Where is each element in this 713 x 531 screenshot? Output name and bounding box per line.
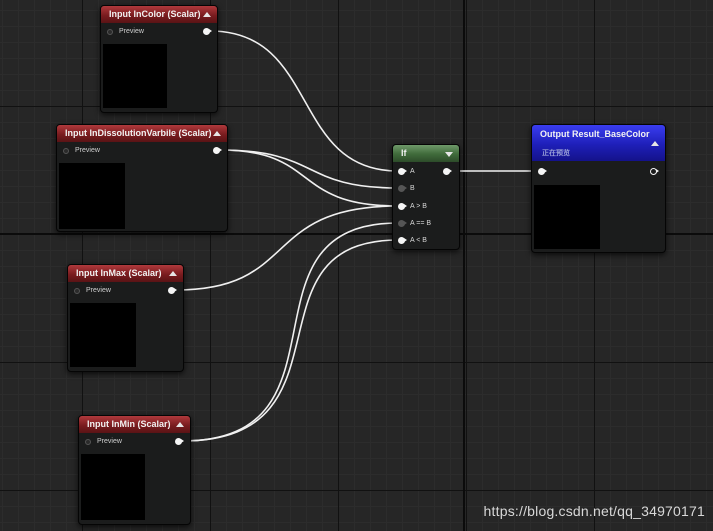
collapse-arrow-icon[interactable] — [213, 131, 221, 136]
preview-thumbnail — [534, 185, 600, 249]
input-pin-a-greater-b[interactable] — [398, 203, 407, 210]
node-header[interactable]: Input InMax (Scalar) — [68, 265, 183, 282]
wire-inmin-to-lt — [181, 239, 399, 442]
graph-axis-vertical — [463, 0, 465, 531]
pin-label-a-less-b: A < B — [410, 237, 427, 244]
node-input-indissolution[interactable]: Input InDissolutionVarbile (Scalar) Prev… — [56, 124, 228, 232]
node-title: If — [401, 148, 407, 158]
node-title: Input InColor (Scalar) — [109, 9, 201, 19]
node-header[interactable]: Input InMin (Scalar) — [79, 416, 190, 433]
output-pin[interactable] — [168, 287, 177, 294]
preview-row: Preview — [85, 436, 181, 448]
dropdown-arrow-icon[interactable] — [445, 152, 453, 157]
node-input-inmax[interactable]: Input InMax (Scalar) Preview — [67, 264, 184, 372]
output-pin[interactable] — [203, 28, 212, 35]
preview-label: Preview — [86, 287, 111, 294]
wire-incolor-to-a — [209, 30, 399, 172]
node-input-inmin[interactable]: Input InMin (Scalar) Preview — [78, 415, 191, 525]
wire-indissolution-to-gt — [219, 149, 399, 207]
node-title: Input InMax (Scalar) — [76, 268, 162, 278]
output-pin[interactable] — [175, 438, 184, 445]
preview-thumbnail — [59, 163, 125, 229]
preview-row: Preview — [107, 26, 215, 38]
input-pin-b[interactable] — [398, 185, 407, 192]
preview-row: Preview — [74, 285, 174, 297]
preview-row: Preview — [63, 145, 183, 157]
node-title: Output Result_BaseColor — [540, 129, 650, 139]
node-header[interactable]: Input InColor (Scalar) — [101, 6, 217, 23]
input-pin-a-less-b[interactable] — [398, 237, 407, 244]
wire-indissolution-to-b — [219, 149, 399, 189]
node-title: Input InMin (Scalar) — [87, 419, 171, 429]
pin-label-b: B — [410, 185, 415, 192]
collapse-arrow-icon[interactable] — [203, 12, 211, 17]
preview-pin-icon[interactable] — [63, 148, 69, 154]
preview-label: Preview — [119, 28, 144, 35]
preview-label: Preview — [97, 438, 122, 445]
collapse-arrow-icon[interactable] — [651, 141, 659, 146]
watermark: https://blog.csdn.net/qq_34970171 — [483, 503, 705, 519]
preview-label: Preview — [75, 147, 100, 154]
input-pin-a-equals-b[interactable] — [398, 220, 407, 227]
collapse-arrow-icon[interactable] — [169, 271, 177, 276]
node-subtitle: 正在预览 — [542, 150, 570, 157]
node-title: Input InDissolutionVarbile (Scalar) — [65, 128, 212, 138]
node-header[interactable]: Input InDissolutionVarbile (Scalar) — [57, 125, 227, 142]
output-pin[interactable] — [213, 147, 222, 154]
preview-thumbnail — [81, 454, 145, 520]
output-pin[interactable] — [443, 168, 452, 175]
node-if[interactable]: If A B A > B A == B A < B — [392, 144, 460, 250]
preview-pin-icon[interactable] — [107, 29, 113, 35]
pin-label-a: A — [410, 168, 415, 175]
output-pin[interactable] — [650, 168, 659, 175]
preview-thumbnail — [70, 303, 136, 367]
node-input-incolor[interactable]: Input InColor (Scalar) Preview — [100, 5, 218, 113]
node-header[interactable]: Output Result_BaseColor 正在预览 — [532, 125, 665, 161]
pin-label-a-equals-b: A == B — [410, 220, 432, 227]
node-output-result-basecolor[interactable]: Output Result_BaseColor 正在预览 — [531, 124, 666, 253]
input-pin-a[interactable] — [398, 168, 407, 175]
input-pin[interactable] — [538, 168, 547, 175]
preview-thumbnail — [103, 44, 167, 108]
wire-inmin-to-eq — [181, 222, 399, 442]
node-header[interactable]: If — [393, 145, 459, 162]
collapse-arrow-icon[interactable] — [176, 422, 184, 427]
pin-label-a-greater-b: A > B — [410, 203, 427, 210]
preview-pin-icon[interactable] — [74, 288, 80, 294]
preview-pin-icon[interactable] — [85, 439, 91, 445]
